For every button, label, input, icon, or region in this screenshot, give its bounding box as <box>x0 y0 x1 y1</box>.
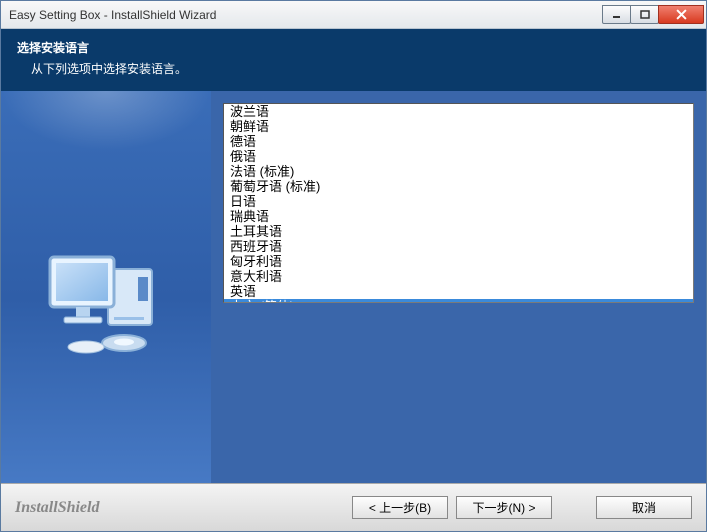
language-option[interactable]: 法语 (标准) <box>224 164 693 179</box>
installer-window: Easy Setting Box - InstallShield Wizard … <box>0 0 707 532</box>
language-option[interactable]: 西班牙语 <box>224 239 693 254</box>
maximize-button[interactable] <box>630 5 659 24</box>
language-option[interactable]: 英语 <box>224 284 693 299</box>
language-listbox[interactable]: 波兰语朝鲜语德语俄语法语 (标准)葡萄牙语 (标准)日语瑞典语土耳其语西班牙语匈… <box>223 103 694 303</box>
window-title: Easy Setting Box - InstallShield Wizard <box>9 8 603 22</box>
language-option[interactable]: 葡萄牙语 (标准) <box>224 179 693 194</box>
titlebar: Easy Setting Box - InstallShield Wizard <box>1 1 706 29</box>
header-subtitle: 从下列选项中选择安装语言。 <box>17 60 690 77</box>
cancel-button[interactable]: 取消 <box>596 496 692 519</box>
language-option[interactable]: 日语 <box>224 194 693 209</box>
language-option[interactable]: 中文 (简体) <box>224 299 693 303</box>
language-option[interactable]: 意大利语 <box>224 269 693 284</box>
main-panel: 波兰语朝鲜语德语俄语法语 (标准)葡萄牙语 (标准)日语瑞典语土耳其语西班牙语匈… <box>211 91 706 507</box>
language-option[interactable]: 瑞典语 <box>224 209 693 224</box>
sidebar <box>1 91 211 507</box>
language-option[interactable]: 朝鲜语 <box>224 119 693 134</box>
header-title: 选择安装语言 <box>17 39 690 56</box>
next-button[interactable]: 下一步(N) > <box>456 496 552 519</box>
language-option[interactable]: 土耳其语 <box>224 224 693 239</box>
language-option[interactable]: 俄语 <box>224 149 693 164</box>
back-button[interactable]: < 上一步(B) <box>352 496 448 519</box>
installshield-brand: InstallShield <box>15 499 344 517</box>
computer-icon <box>36 229 176 369</box>
window-controls <box>603 5 704 24</box>
wizard-footer: InstallShield < 上一步(B) 下一步(N) > 取消 <box>1 483 706 531</box>
language-option[interactable]: 波兰语 <box>224 104 693 119</box>
close-button[interactable] <box>658 5 704 24</box>
language-option[interactable]: 德语 <box>224 134 693 149</box>
language-option[interactable]: 匈牙利语 <box>224 254 693 269</box>
wizard-header: 选择安装语言 从下列选项中选择安装语言。 <box>1 29 706 91</box>
wizard-body: 波兰语朝鲜语德语俄语法语 (标准)葡萄牙语 (标准)日语瑞典语土耳其语西班牙语匈… <box>1 91 706 507</box>
minimize-button[interactable] <box>602 5 631 24</box>
